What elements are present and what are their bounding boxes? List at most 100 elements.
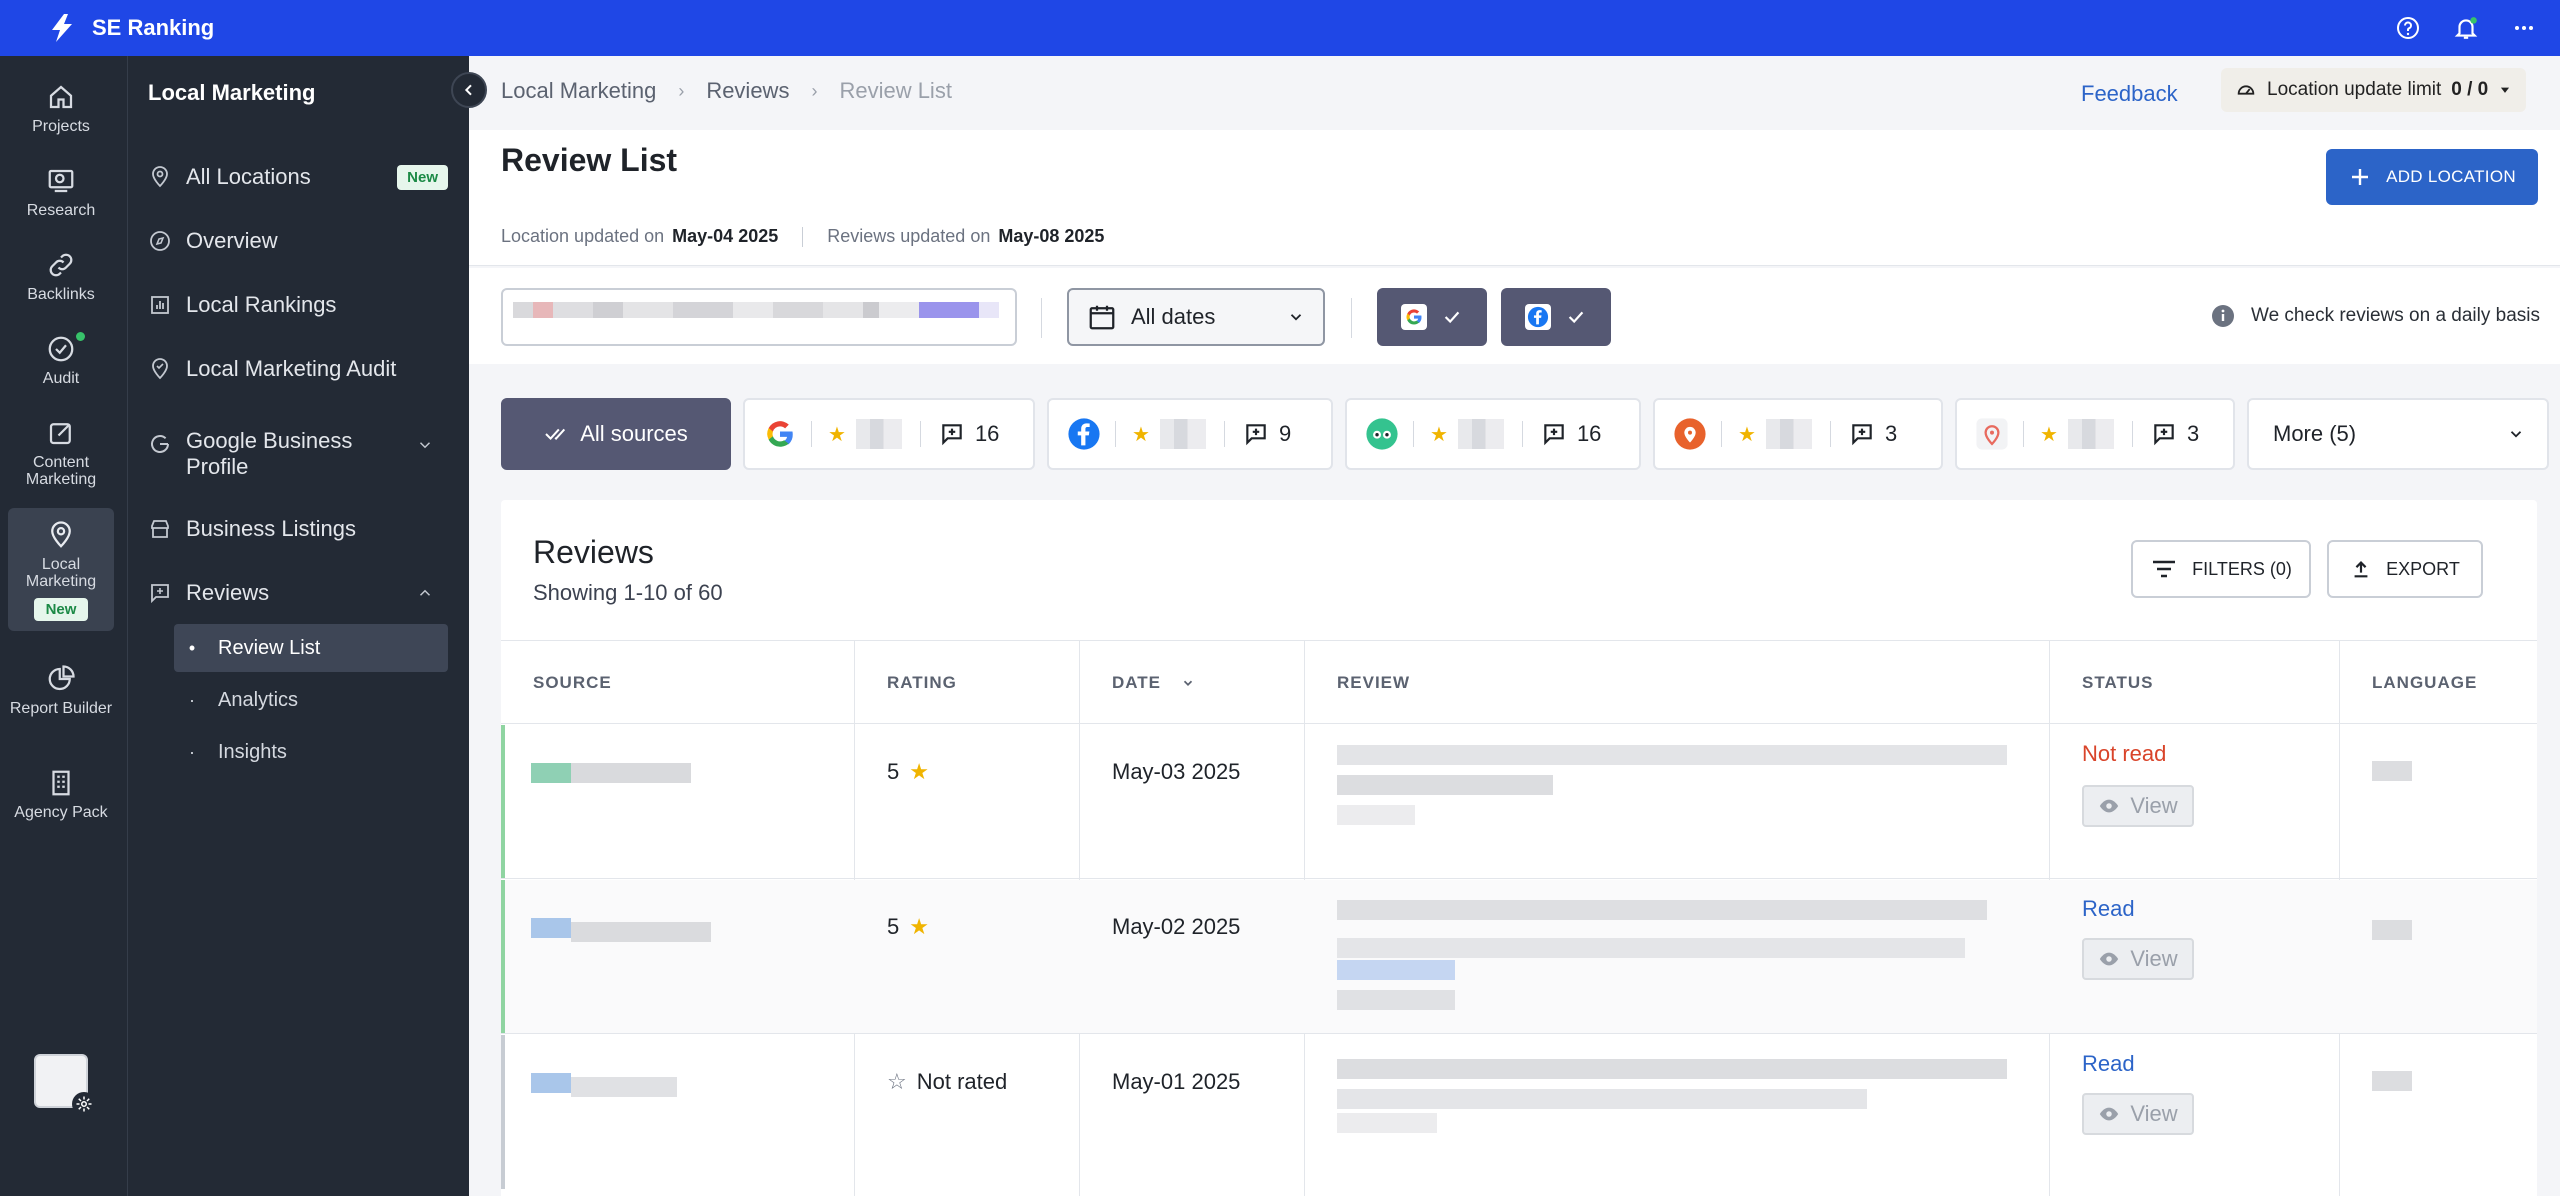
language-redacted bbox=[2372, 1071, 2412, 1091]
location-update-limit[interactable]: Location update limit 0 / 0 bbox=[2221, 68, 2527, 112]
facebook-source-toggle[interactable] bbox=[1501, 288, 1611, 346]
brand-name: SE Ranking bbox=[92, 15, 215, 40]
rail-item-content-marketing[interactable]: Content Marketing bbox=[8, 418, 114, 488]
local-marketing-sidebar: Local Marketing All Locations New Overvi… bbox=[128, 56, 469, 1196]
sidebar-item-all-locations[interactable]: All Locations New bbox=[148, 164, 448, 190]
more-menu-icon[interactable] bbox=[2510, 14, 2538, 42]
breadcrumb-separator-icon: › bbox=[811, 80, 818, 101]
chevron-down-icon bbox=[419, 442, 431, 449]
location-select[interactable] bbox=[501, 288, 1017, 346]
store-icon bbox=[151, 520, 169, 538]
location-pin-icon bbox=[152, 166, 168, 188]
sidebar-item-reviews[interactable]: Reviews bbox=[148, 580, 448, 606]
status-read: Read bbox=[2082, 896, 2135, 921]
filters-button[interactable]: FILTERS (0) bbox=[2131, 540, 2311, 598]
tab-source-map-pin[interactable]: ★ 3 bbox=[1653, 398, 1943, 470]
tab-source-map-pin-outline[interactable]: ★ 3 bbox=[1955, 398, 2235, 470]
sidebar-item-local-rankings[interactable]: Local Rankings bbox=[148, 292, 448, 318]
rail-item-audit[interactable]: Audit bbox=[8, 332, 114, 387]
user-avatar[interactable] bbox=[34, 1054, 96, 1116]
collapse-sidebar-button[interactable] bbox=[451, 72, 487, 108]
map-pin-orange-icon bbox=[1674, 418, 1706, 450]
tripadvisor-icon bbox=[1366, 418, 1398, 450]
view-review-button[interactable]: View bbox=[2082, 1093, 2194, 1135]
rating-redacted bbox=[1159, 419, 1206, 449]
star-icon: ★ bbox=[909, 914, 929, 939]
sidebar-subitem-review-list[interactable]: • Review List bbox=[174, 624, 448, 672]
building-icon bbox=[52, 770, 70, 796]
date-range-select[interactable]: All dates bbox=[1067, 288, 1325, 346]
chevron-up-icon bbox=[419, 589, 431, 596]
google-icon bbox=[767, 421, 793, 447]
table-row[interactable]: ☆ Not rated May-01 2025 Read View bbox=[501, 1035, 2537, 1189]
chevron-down-icon bbox=[2510, 431, 2522, 438]
rating-redacted bbox=[855, 419, 902, 449]
help-icon[interactable] bbox=[2394, 14, 2422, 42]
facebook-icon bbox=[1068, 418, 1100, 450]
rail-item-research[interactable]: Research bbox=[8, 166, 114, 219]
review-date: May-01 2025 bbox=[1112, 1069, 1241, 1094]
notifications-bell-icon[interactable] bbox=[2452, 14, 2480, 42]
rail-item-agency-pack[interactable]: Agency Pack bbox=[8, 768, 114, 821]
google-g-icon bbox=[151, 435, 169, 453]
star-icon: ★ bbox=[909, 759, 929, 784]
tab-source-google[interactable]: ★ 16 bbox=[743, 398, 1035, 470]
export-button[interactable]: EXPORT bbox=[2327, 540, 2483, 598]
breadcrumb-separator-icon: › bbox=[678, 80, 685, 101]
status-read: Read bbox=[2082, 1051, 2135, 1076]
update-meta: Location updated on May-04 2025 Reviews … bbox=[501, 226, 1105, 247]
brand[interactable]: SE Ranking bbox=[46, 12, 214, 44]
view-review-button[interactable]: View bbox=[2082, 938, 2194, 980]
col-review: REVIEW bbox=[1337, 673, 1411, 692]
table-row[interactable]: 5 ★ May-03 2025 Not read View bbox=[501, 725, 2537, 879]
sidebar-item-business-listings[interactable]: Business Listings bbox=[148, 516, 448, 542]
google-icon bbox=[1401, 304, 1427, 330]
tab-source-tripadvisor[interactable]: ★ 16 bbox=[1345, 398, 1641, 470]
pie-chart-icon bbox=[48, 665, 75, 691]
rail-item-projects[interactable]: Projects bbox=[8, 82, 114, 135]
check-icon bbox=[1568, 311, 1584, 324]
star-icon: ★ bbox=[2040, 423, 2058, 446]
source-tabs: All sources ★ 16 ★ 9 ★ 16 ★ 3 ★ 3 More (… bbox=[501, 398, 2549, 470]
upload-icon bbox=[2354, 561, 2368, 578]
sidebar-subitem-insights[interactable]: · Insights bbox=[174, 728, 448, 776]
sidebar-item-google-business-profile[interactable]: Google Business Profile bbox=[148, 428, 448, 480]
google-source-toggle[interactable] bbox=[1377, 288, 1487, 346]
research-icon bbox=[48, 169, 74, 193]
chevron-left-icon bbox=[464, 84, 472, 96]
tab-all-sources[interactable]: All sources bbox=[501, 398, 731, 470]
reviews-count: Showing 1-10 of 60 bbox=[533, 580, 723, 605]
sidebar-subitem-analytics[interactable]: · Analytics bbox=[174, 676, 448, 724]
col-date-sort[interactable]: DATE bbox=[1112, 641, 1195, 725]
review-count-icon bbox=[2154, 424, 2174, 446]
rail-item-report-builder[interactable]: Report Builder bbox=[8, 664, 114, 717]
table-row[interactable]: 5 ★ May-02 2025 Read View bbox=[501, 880, 2537, 1034]
breadcrumb-local-marketing[interactable]: Local Marketing bbox=[501, 78, 656, 104]
star-icon: ★ bbox=[1738, 423, 1756, 446]
facebook-icon bbox=[1525, 304, 1551, 330]
se-ranking-logo-icon bbox=[52, 14, 72, 42]
sidebar-item-overview[interactable]: Overview bbox=[148, 228, 448, 254]
rating-value: ☆ Not rated bbox=[887, 1069, 1008, 1094]
filter-bar: All dates We check reviews on a daily ba… bbox=[469, 268, 2560, 364]
sidebar-item-local-marketing-audit[interactable]: Local Marketing Audit bbox=[148, 356, 448, 382]
col-rating: RATING bbox=[887, 673, 957, 692]
source-name-redacted bbox=[531, 763, 571, 783]
source-name-redacted bbox=[531, 918, 571, 938]
rating-redacted bbox=[1457, 419, 1504, 449]
settings-gear-icon[interactable] bbox=[72, 1092, 96, 1116]
language-redacted bbox=[2372, 761, 2412, 781]
view-review-button[interactable]: View bbox=[2082, 785, 2194, 827]
feedback-link[interactable]: Feedback bbox=[2081, 81, 2178, 107]
add-location-button[interactable]: ADD LOCATION bbox=[2326, 149, 2538, 205]
rail-item-backlinks[interactable]: Backlinks bbox=[8, 250, 114, 303]
tab-source-facebook[interactable]: ★ 9 bbox=[1047, 398, 1333, 470]
col-source: SOURCE bbox=[533, 673, 612, 692]
daily-check-note: We check reviews on a daily basis bbox=[2211, 304, 2540, 328]
breadcrumb-reviews[interactable]: Reviews bbox=[706, 78, 789, 104]
rail-item-local-marketing[interactable]: Local Marketing New bbox=[8, 508, 114, 631]
more-sources-dropdown[interactable]: More (5) bbox=[2247, 398, 2549, 470]
status-not-read: Not read bbox=[2082, 741, 2167, 766]
calendar-icon bbox=[1089, 305, 1115, 330]
double-check-icon bbox=[545, 428, 566, 441]
